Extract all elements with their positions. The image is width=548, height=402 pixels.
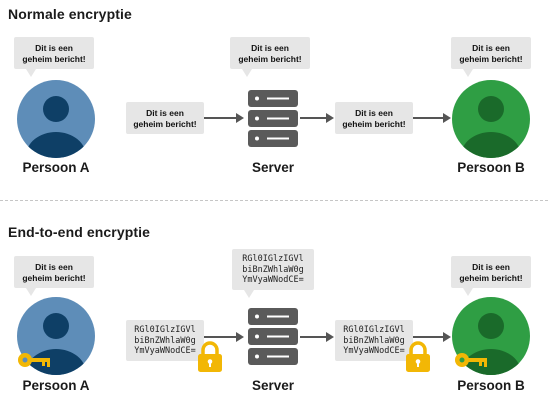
arrow-right-icon [443,332,451,342]
arrow-right-icon [326,113,334,123]
message-bubble-server: Dit is een geheim bericht! [230,37,310,77]
section-title-e2e: End-to-end encryptie [8,224,151,240]
person-b-label: Persoon B [457,160,525,175]
section-title-normal: Normale encryptie [8,6,132,22]
cipher-bubble-a-to-server: RGl0IGlzIGVl biBnZWhlaW0g YmVyaWNodCE= [126,320,204,361]
server-icon [248,308,298,365]
arrow-server-to-transit [300,113,334,123]
server-label-e2e: Server [251,378,295,393]
message-bubble-person-a: Dit is een geheim bericht! [14,37,94,77]
arrow-right-icon [326,332,334,342]
padlock-icon [197,341,223,373]
person-b-label-e2e: Persoon B [457,378,525,393]
person-a-label-e2e: Persoon A [22,378,90,393]
user-avatar-icon [452,80,530,158]
padlock-icon [405,341,431,373]
message-bubble-person-a-e2e: Dit is een geheim bericht! [14,256,94,296]
person-b-avatar [452,80,530,158]
person-a-avatar [17,80,95,158]
arrow-server-to-transit-e2e [300,332,334,342]
message-bubble-person-b-e2e: Dit is een geheim bericht! [451,256,531,296]
section-divider [0,200,548,201]
server-label: Server [251,160,295,175]
message-bubble-person-b: Dit is een geheim bericht! [451,37,531,77]
arrow-transit-to-b [413,113,451,123]
cipher-bubble-server: RGl0IGlzIGVl biBnZWhlaW0g YmVyaWNodCE= [232,249,314,297]
arrow-a-to-server [204,113,244,123]
transit-bubble-a-to-server: Dit is een geheim bericht! [126,102,204,134]
cipher-bubble-server-to-b: RGl0IGlzIGVl biBnZWhlaW0g YmVyaWNodCE= [335,320,413,361]
arrow-right-icon [443,113,451,123]
server-icon [248,90,298,147]
key-icon [454,352,488,368]
server-node-e2e [248,308,298,366]
transit-bubble-server-to-b: Dit is een geheim bericht! [335,102,413,134]
user-avatar-icon [17,80,95,158]
arrow-right-icon [236,113,244,123]
arrow-right-icon [236,332,244,342]
key-icon [17,352,51,368]
person-a-label: Persoon A [22,160,90,175]
server-node-normal [248,90,298,148]
